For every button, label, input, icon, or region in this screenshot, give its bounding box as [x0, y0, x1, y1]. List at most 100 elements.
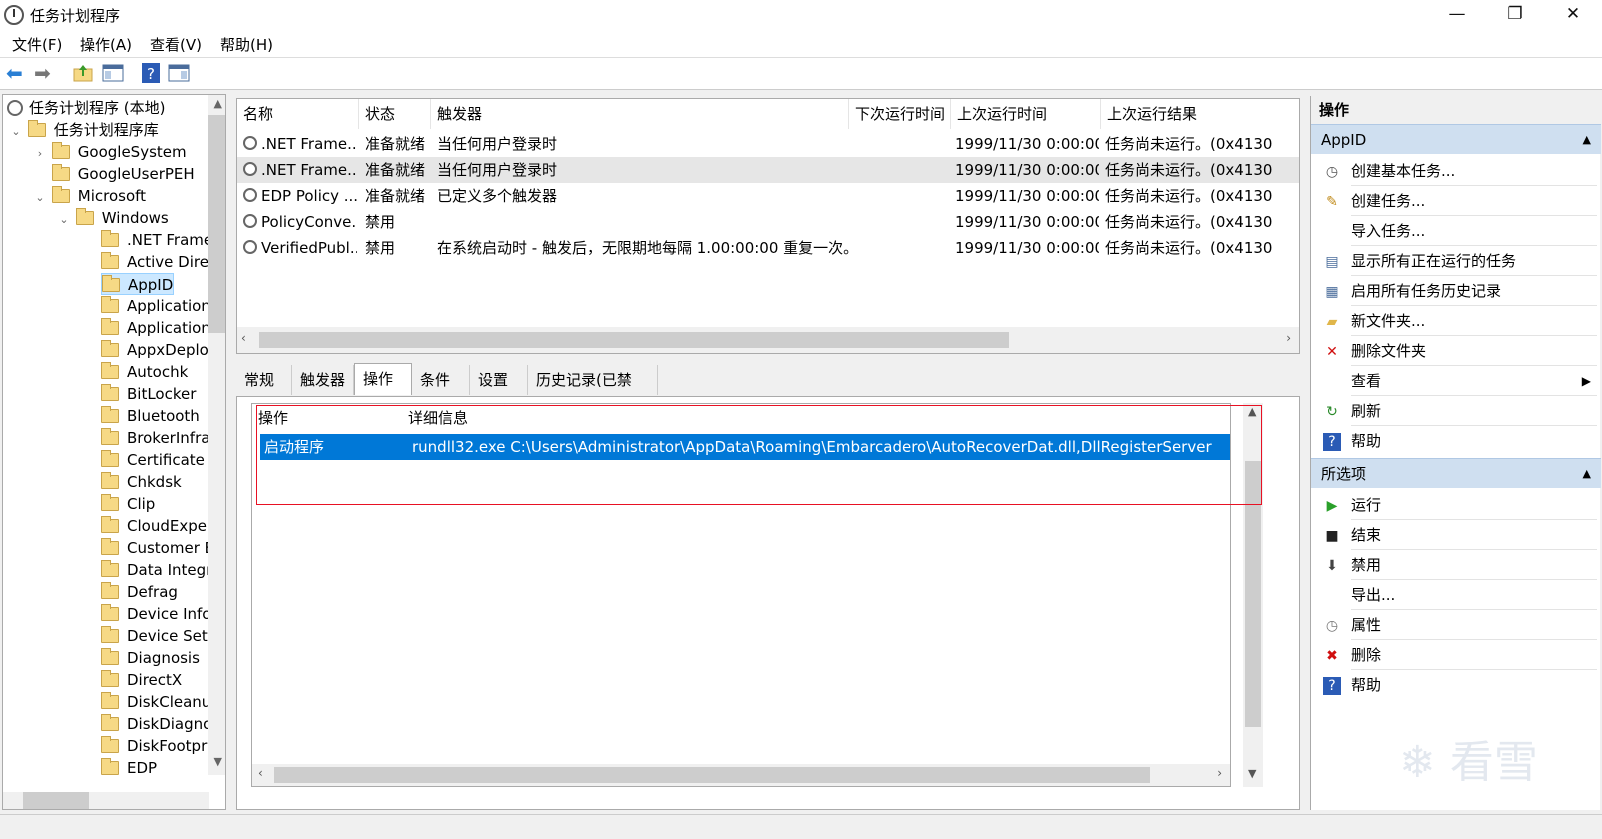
- scroll-right-icon[interactable]: ›: [1286, 331, 1291, 345]
- scroll-down-icon[interactable]: ▼: [1248, 767, 1256, 780]
- collapse-icon[interactable]: ⌄: [9, 121, 23, 143]
- tree-item[interactable]: Customer E: [101, 537, 214, 559]
- tree-item[interactable]: DiskFootpri: [101, 735, 211, 757]
- scroll-right-icon[interactable]: ›: [1217, 766, 1222, 780]
- action-item-items1-9[interactable]: ? 帮助: [1311, 426, 1601, 456]
- tree-item[interactable]: Certificate: [101, 449, 205, 471]
- collapse-icon[interactable]: ⌄: [57, 209, 71, 231]
- folder-tree[interactable]: 任务计划程序 (本地) ⌄ 任务计划程序库 › GoogleSystem Goo…: [2, 94, 226, 810]
- tree-item[interactable]: DiskCleanu: [101, 691, 211, 713]
- action-item-items2-5[interactable]: ✖ 删除: [1311, 640, 1601, 670]
- show-hide-action-pane-icon[interactable]: [168, 62, 192, 86]
- task-row[interactable]: EDP Policy ... 准备就绪 已定义多个触发器 1999/11/30 0:0…: [237, 183, 1299, 209]
- collapse-section-icon[interactable]: ▲: [1583, 459, 1591, 489]
- tree-item[interactable]: Autochk: [101, 361, 188, 383]
- tree-item-googleuserpeh[interactable]: GoogleUserPEH: [33, 163, 195, 185]
- tasklist-horizontal-scroll-thumb[interactable]: [259, 332, 1009, 348]
- tab-history[interactable]: 历史记录(已禁用): [528, 365, 658, 419]
- actions-horizontal-scroll-thumb[interactable]: [274, 767, 1150, 783]
- action-item-items2-0[interactable]: ▶ 运行: [1311, 490, 1601, 520]
- tree-root[interactable]: 任务计划程序 (本地): [7, 97, 165, 119]
- menu-view[interactable]: 查看(V): [150, 34, 202, 55]
- forward-icon[interactable]: ➡: [34, 62, 58, 86]
- section-appid[interactable]: AppID ▲: [1311, 124, 1601, 154]
- tree-item[interactable]: Device Set: [101, 625, 208, 647]
- tree-item[interactable]: AppID: [101, 273, 175, 295]
- tree-item[interactable]: Defrag: [101, 581, 178, 603]
- action-item-items1-6[interactable]: ✕ 删除文件夹: [1311, 336, 1601, 366]
- tree-item[interactable]: Data Integr: [101, 559, 212, 581]
- action-item-items2-1[interactable]: ■ 结束: [1311, 520, 1601, 550]
- tree-horizontal-scroll-thumb[interactable]: [23, 792, 89, 809]
- tree-item[interactable]: DirectX: [101, 669, 182, 691]
- tree-item[interactable]: .NET Frame: [101, 229, 213, 251]
- tab-actions[interactable]: 操作: [354, 363, 412, 395]
- task-row[interactable]: VerifiedPubl... 禁用 在系统启动时 - 触发后，无限期地每隔 1.0…: [237, 235, 1299, 261]
- action-item-items1-5[interactable]: ▰ 新文件夹...: [1311, 306, 1601, 336]
- up-folder-icon[interactable]: [72, 62, 96, 86]
- tree-vertical-scroll-thumb[interactable]: [208, 115, 225, 333]
- tree-library[interactable]: ⌄ 任务计划程序库: [9, 119, 159, 141]
- action-item-items1-8[interactable]: ↻ 刷新: [1311, 396, 1601, 426]
- action-item-items2-3[interactable]: 导出...: [1311, 580, 1601, 610]
- task-row[interactable]: PolicyConve... 禁用 1999/11/30 0:00:00 任务尚未运行…: [237, 209, 1299, 235]
- tab-conditions[interactable]: 条件: [412, 365, 470, 395]
- column-header-trigger[interactable]: 触发器: [431, 99, 849, 129]
- tree-item[interactable]: EDP: [101, 757, 157, 779]
- scroll-down-icon[interactable]: ▼: [214, 755, 222, 768]
- tree-item[interactable]: Bluetooth: [101, 405, 200, 427]
- tasklist-horizontal-scrollbar[interactable]: ‹ ›: [237, 327, 1299, 353]
- tree-item[interactable]: AppxDeplo: [101, 339, 209, 361]
- task-row[interactable]: .NET Frame... 准备就绪 当任何用户登录时 1999/11/30 0:00…: [237, 131, 1299, 157]
- tree-item[interactable]: BitLocker: [101, 383, 196, 405]
- back-icon[interactable]: ⬅: [6, 62, 30, 86]
- tree-item-microsoft[interactable]: ⌄ Microsoft: [33, 185, 146, 207]
- action-item-items1-2[interactable]: 导入任务...: [1311, 216, 1601, 246]
- tree-item[interactable]: Application: [101, 317, 211, 339]
- tab-triggers[interactable]: 触发器: [292, 365, 354, 395]
- tree-item[interactable]: Clip: [101, 493, 155, 515]
- task-list[interactable]: 名称 状态 触发器 下次运行时间 上次运行时间 上次运行结果 .NET Fram…: [236, 98, 1300, 354]
- tab-general[interactable]: 常规: [236, 365, 292, 395]
- action-item-items1-3[interactable]: ▤ 显示所有正在运行的任务: [1311, 246, 1601, 276]
- close-button[interactable]: ✕: [1544, 0, 1602, 30]
- collapse-section-icon[interactable]: ▲: [1583, 125, 1591, 155]
- menu-action[interactable]: 操作(A): [80, 34, 132, 55]
- actions-horizontal-scrollbar[interactable]: ‹ ›: [252, 764, 1230, 786]
- maximize-button[interactable]: ❐: [1486, 0, 1544, 30]
- tree-item-windows[interactable]: ⌄ Windows: [57, 207, 169, 229]
- action-item-items1-0[interactable]: ◷ 创建基本任务...: [1311, 156, 1601, 186]
- tree-item[interactable]: Chkdsk: [101, 471, 182, 493]
- minimize-button[interactable]: —: [1428, 0, 1486, 30]
- tree-item[interactable]: DiskDiagno: [101, 713, 212, 735]
- menu-file[interactable]: 文件(F): [12, 34, 62, 55]
- tree-item[interactable]: BrokerInfra: [101, 427, 210, 449]
- action-item-items1-7[interactable]: 查看 ▶: [1311, 366, 1601, 396]
- action-item-items1-1[interactable]: ✎ 创建任务...: [1311, 186, 1601, 216]
- action-item-items2-4[interactable]: ◷ 属性: [1311, 610, 1601, 640]
- tree-item-googlesystem[interactable]: › GoogleSystem: [33, 141, 187, 163]
- scroll-left-icon[interactable]: ‹: [241, 331, 246, 345]
- action-item-items2-2[interactable]: ⬇ 禁用: [1311, 550, 1601, 580]
- column-header-last-run[interactable]: 上次运行时间: [951, 99, 1101, 129]
- menu-help[interactable]: 帮助(H): [220, 34, 273, 55]
- column-header-name[interactable]: 名称: [237, 99, 359, 129]
- section-selected-item[interactable]: 所选项 ▲: [1311, 458, 1601, 488]
- tree-item[interactable]: Device Info: [101, 603, 211, 625]
- column-header-next-run[interactable]: 下次运行时间: [849, 99, 951, 129]
- tab-settings[interactable]: 设置: [470, 365, 528, 395]
- scroll-left-icon[interactable]: ‹: [258, 766, 263, 780]
- tree-item[interactable]: CloudExper: [101, 515, 213, 537]
- scroll-up-icon[interactable]: ▲: [214, 97, 222, 110]
- column-header-last-result[interactable]: 上次运行结果: [1101, 99, 1299, 129]
- tree-item[interactable]: Application: [101, 295, 211, 317]
- task-row[interactable]: .NET Frame... 准备就绪 当任何用户登录时 1999/11/30 0:00…: [237, 157, 1299, 183]
- tree-item[interactable]: Active Dire: [101, 251, 209, 273]
- action-item-items1-4[interactable]: ▦ 启用所有任务历史记录: [1311, 276, 1601, 306]
- column-header-status[interactable]: 状态: [359, 99, 431, 129]
- action-item-items2-6[interactable]: ? 帮助: [1311, 670, 1601, 700]
- tree-item[interactable]: Diagnosis: [101, 647, 200, 669]
- expand-icon[interactable]: ›: [33, 143, 47, 165]
- collapse-icon[interactable]: ⌄: [33, 187, 47, 209]
- help-icon[interactable]: ?: [140, 62, 164, 86]
